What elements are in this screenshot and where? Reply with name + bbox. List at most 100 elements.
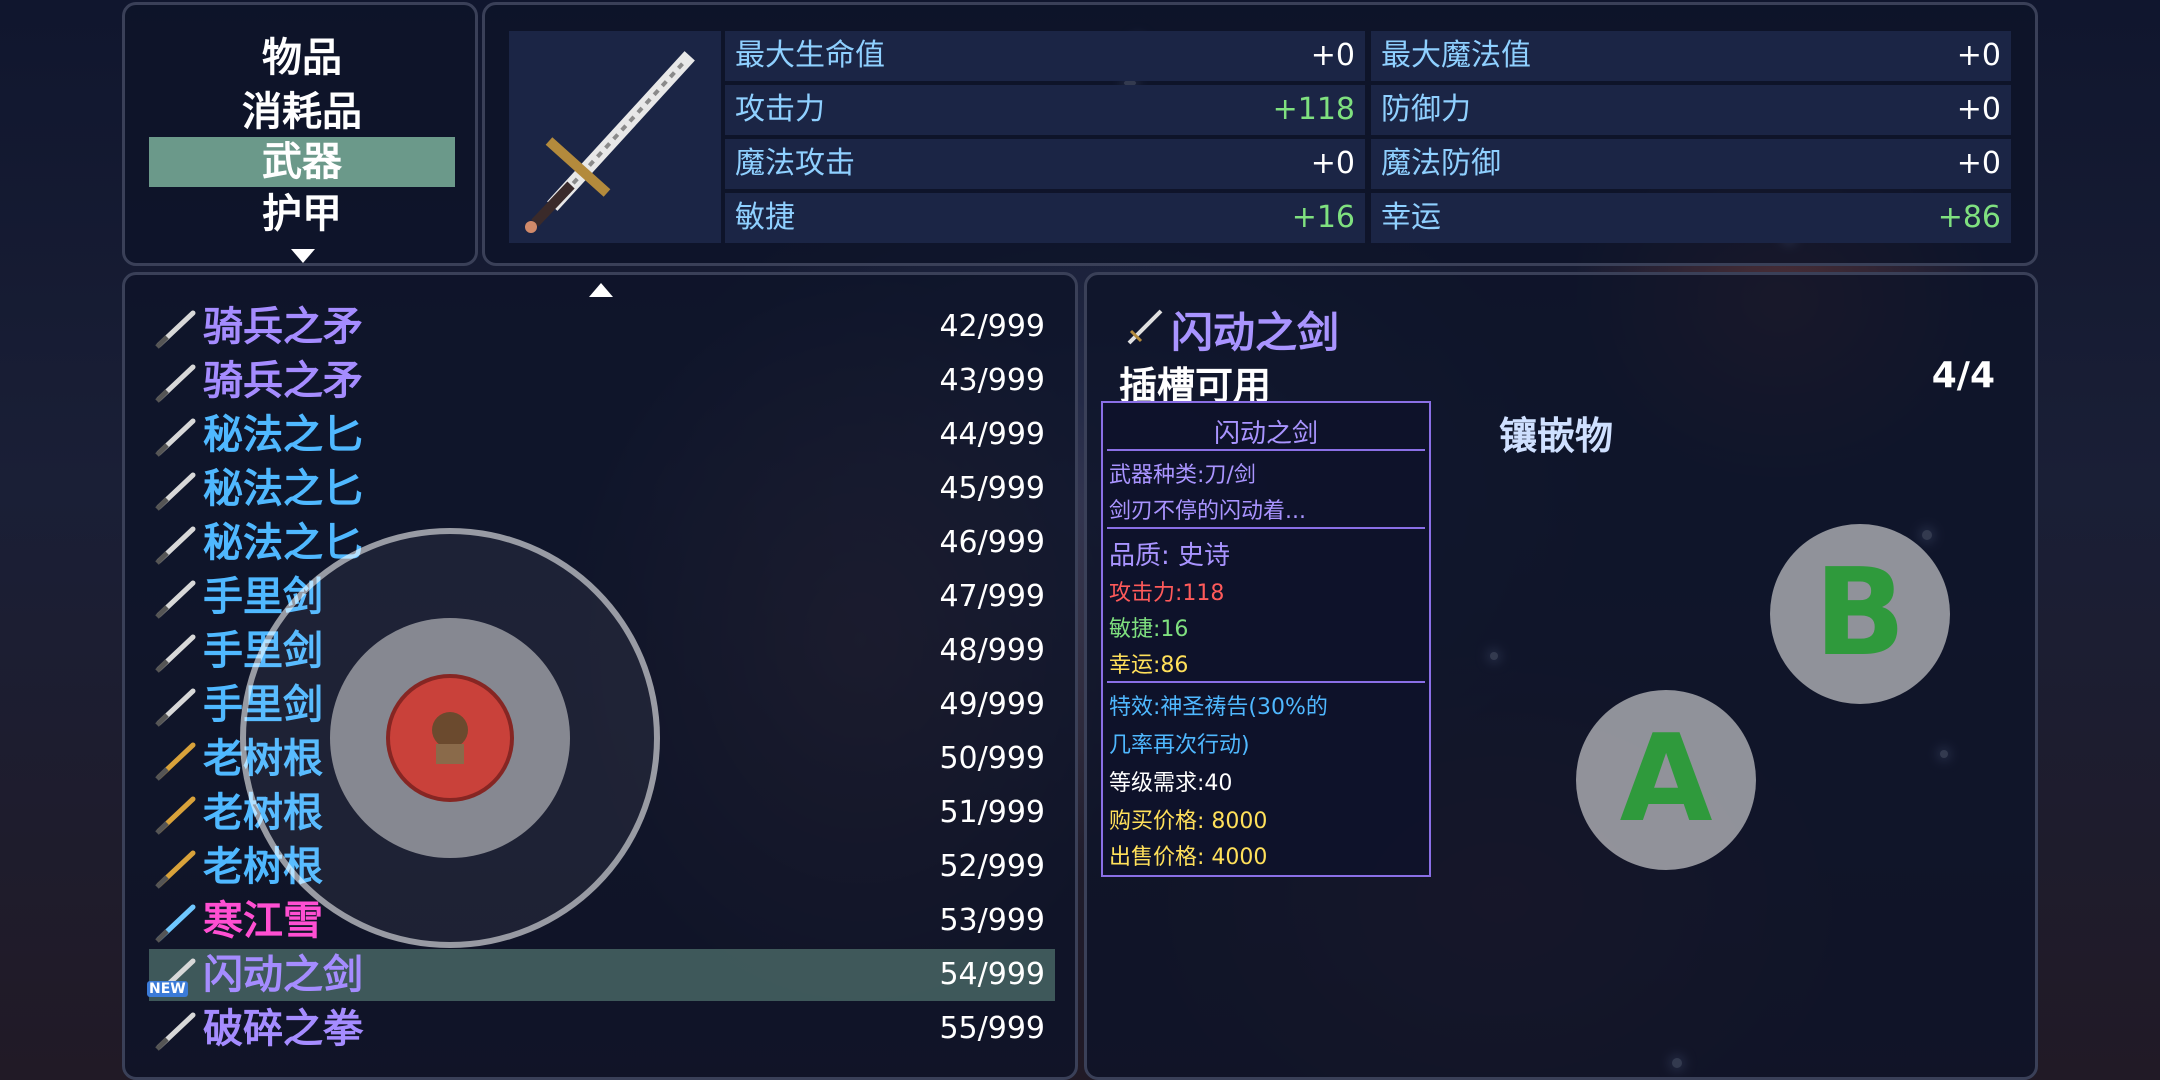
stat-label: 幸运 <box>1381 200 1441 235</box>
category-weapons[interactable]: 武器 <box>149 137 455 187</box>
stat-value: +16 <box>1291 200 1355 235</box>
tooltip-sell-price: 出售价格: 4000 <box>1109 845 1268 870</box>
weapon-row[interactable]: 寒江雪 53/999 <box>149 895 1055 947</box>
tooltip-luck: 幸运:86 <box>1109 653 1189 678</box>
category-consumables[interactable]: 消耗品 <box>149 87 455 137</box>
category-armor[interactable]: 护甲 <box>149 189 455 239</box>
weapon-name: 秘法之匕 <box>203 466 363 512</box>
tooltip-level: 等级需求:40 <box>1109 771 1233 796</box>
weapon-count: 47/999 <box>939 579 1045 614</box>
sword-icon <box>525 51 695 233</box>
stat-value: +118 <box>1272 92 1355 127</box>
weapon-name: 寒江雪 <box>203 898 323 944</box>
weapon-name: 破碎之拳 <box>203 1006 363 1052</box>
stat-label: 魔法防御 <box>1381 146 1501 181</box>
kunai-icon <box>151 685 199 729</box>
stat-magic-attack: 魔法攻击 +0 <box>725 139 1365 189</box>
weapon-count: 52/999 <box>939 849 1045 884</box>
stat-label: 敏捷 <box>735 200 795 235</box>
weapon-count: 55/999 <box>939 1011 1045 1046</box>
staff-icon <box>151 739 199 783</box>
staff-icon <box>151 793 199 837</box>
weapon-name: 闪动之剑 <box>203 952 363 998</box>
weapon-row[interactable]: 秘法之匕 46/999 <box>149 517 1055 569</box>
stat-label: 攻击力 <box>735 92 825 127</box>
tooltip-effect-cont: 几率再次行动) <box>1109 733 1250 758</box>
tooltip-type: 武器种类:刀/剑 <box>1109 463 1256 488</box>
sword-icon <box>1127 309 1163 345</box>
weapon-name: 秘法之匕 <box>203 412 363 458</box>
weapon-row[interactable]: 骑兵之矛 42/999 <box>149 301 1055 353</box>
stat-label: 最大生命值 <box>735 38 885 73</box>
weapon-count: 43/999 <box>939 363 1045 398</box>
weapon-count: 50/999 <box>939 741 1045 776</box>
stat-magic-defense: 魔法防御 +0 <box>1371 139 2011 189</box>
dagger-icon <box>151 469 199 513</box>
weapon-count: 49/999 <box>939 687 1045 722</box>
tooltip-quality: 品质: 史诗 <box>1109 541 1231 571</box>
tooltip-header: 闪动之剑 <box>1213 419 1318 449</box>
weapon-count: 53/999 <box>939 903 1045 938</box>
character-icon <box>432 712 468 764</box>
weapon-name: 骑兵之矛 <box>203 358 363 404</box>
weapon-row[interactable]: 秘法之匕 45/999 <box>149 463 1055 515</box>
weapon-count: 45/999 <box>939 471 1045 506</box>
joystick-knob[interactable] <box>386 674 514 802</box>
b-button[interactable]: B <box>1770 524 1950 704</box>
stat-label: 最大魔法值 <box>1381 38 1531 73</box>
stat-luck: 幸运 +86 <box>1371 193 2011 243</box>
spear-icon <box>151 361 199 405</box>
dagger-icon <box>151 415 199 459</box>
stat-value: +0 <box>1956 92 2001 127</box>
equipment-stats-panel: 最大生命值 +0 攻击力 +118 魔法攻击 +0 敏捷 +16 最大魔法值 +… <box>482 2 2038 266</box>
stat-max-hp: 最大生命值 +0 <box>725 31 1365 81</box>
category-items[interactable]: 物品 <box>149 33 455 83</box>
category-menu: 物品 消耗品 武器 护甲 <box>122 2 478 266</box>
kunai-icon <box>151 631 199 675</box>
weapon-count: 54/999 <box>939 957 1045 992</box>
stat-label: 防御力 <box>1381 92 1471 127</box>
gauntlet-icon <box>151 1009 199 1053</box>
inlay-slot[interactable]: 镶嵌物 <box>1499 405 1613 460</box>
stat-value: +0 <box>1956 146 2001 181</box>
ice-sword-icon <box>151 901 199 945</box>
item-title: 闪动之剑 <box>1171 308 1340 357</box>
stat-value: +0 <box>1956 38 2001 73</box>
stat-max-mp: 最大魔法值 +0 <box>1371 31 2011 81</box>
staff-icon <box>151 847 199 891</box>
weapon-row[interactable]: NEW 闪动之剑 54/999 <box>147 949 1055 1001</box>
scroll-down-arrow-icon[interactable] <box>291 249 315 263</box>
stat-value: +86 <box>1937 200 2001 235</box>
weapon-count: 48/999 <box>939 633 1045 668</box>
stat-value: +0 <box>1310 38 1355 73</box>
stat-defense: 防御力 +0 <box>1371 85 2011 135</box>
slot-count: 4/4 <box>1931 355 1995 396</box>
item-tooltip: 闪动之剑 武器种类:刀/剑 剑刃不停的闪动着... 品质: 史诗 攻击力:118… <box>1101 401 1431 877</box>
spear-icon <box>151 307 199 351</box>
tooltip-agility: 敏捷:16 <box>1109 617 1189 642</box>
divider <box>1107 449 1425 451</box>
weapon-count: 46/999 <box>939 525 1045 560</box>
weapon-row[interactable]: 秘法之匕 44/999 <box>149 409 1055 461</box>
a-button[interactable]: A <box>1576 690 1756 870</box>
tooltip-buy-price: 购买价格: 8000 <box>1109 809 1268 834</box>
divider <box>1107 527 1425 529</box>
tooltip-desc: 剑刃不停的闪动着... <box>1109 499 1306 524</box>
weapon-name: 骑兵之矛 <box>203 304 363 350</box>
weapon-row[interactable]: 破碎之拳 55/999 <box>149 1003 1055 1055</box>
tooltip-attack: 攻击力:118 <box>1109 581 1225 606</box>
weapon-row[interactable]: 骑兵之矛 43/999 <box>149 355 1055 407</box>
stat-attack: 攻击力 +118 <box>725 85 1365 135</box>
stat-agility: 敏捷 +16 <box>725 193 1365 243</box>
kunai-icon <box>151 577 199 621</box>
dagger-icon <box>151 523 199 567</box>
tooltip-effect: 特效:神圣祷告(30%的 <box>1109 695 1328 720</box>
stat-value: +0 <box>1310 146 1355 181</box>
divider <box>1107 681 1425 683</box>
scroll-up-arrow-icon[interactable] <box>589 283 613 297</box>
weapon-preview <box>509 31 721 243</box>
weapon-count: 44/999 <box>939 417 1045 452</box>
weapon-count: 51/999 <box>939 795 1045 830</box>
weapon-count: 42/999 <box>939 309 1045 344</box>
new-badge: NEW <box>147 981 188 997</box>
